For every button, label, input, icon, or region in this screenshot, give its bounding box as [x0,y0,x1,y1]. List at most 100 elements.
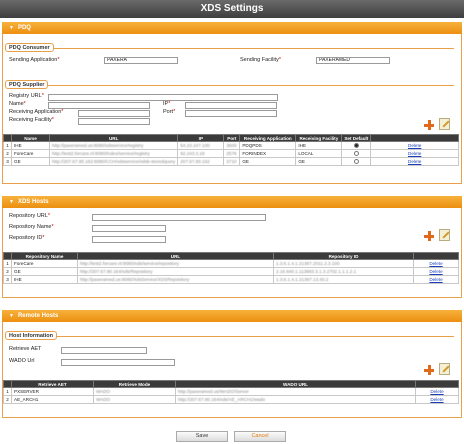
table-header-row: Repository Name URL Repository ID [3,252,459,260]
cell-retrieve-aet: AE_ARCH1 [11,395,94,404]
cell-actions: Delete [413,259,459,268]
delete-link[interactable]: Delete [429,277,442,282]
xds-hosts-section-title: XDS Hosts [17,199,49,205]
default-radio[interactable] [353,159,359,165]
receiving-application-input[interactable] [78,110,150,117]
cell-actions: Delete [370,149,459,158]
delete-link[interactable]: Delete [430,389,443,394]
cell-actions: Delete [413,267,459,276]
add-repository-icon[interactable] [424,231,434,241]
col-actions [413,252,459,260]
cell-url: http://test2.forcare.nl:8080/xds/service… [77,259,274,268]
cell-ip: 207.67.80.162 [177,157,225,166]
receiving-facility-input[interactable] [78,118,150,125]
table-row: 1 ForeCare http://test2.forcare.nl:8080/… [3,259,459,268]
sending-application-input[interactable]: PAXERA [104,57,178,64]
cancel-button[interactable]: Cancel [234,431,286,442]
table-row: 2 AE_ARCH1 WADO http://207.67.80.164/xds… [3,395,459,404]
sending-application-label: Sending Application* [9,57,60,63]
repository-id-label: Repository ID* [9,235,45,241]
xds-hosts-section-header[interactable]: ▼ XDS Hosts [2,196,462,208]
row-number: 1 [3,259,12,268]
add-remote-host-icon[interactable] [424,365,434,375]
cell-actions: Delete [370,157,459,166]
edit-repository-icon[interactable] [439,229,450,241]
repository-name-label: Repository Name* [9,224,54,230]
remote-hosts-section-header[interactable]: ▼ Remote Hosts [2,310,462,322]
cell-ip: 54.23.247.100 [177,141,225,150]
col-receiving-facility: Receiving Facility [295,134,343,142]
cell-name: IHE [11,141,50,150]
table-header-row: Name URL IP Port Receiving Application R… [3,134,459,142]
receiving-facility-label: Receiving Facility* [9,117,54,123]
window-title: XDS Settings [0,0,464,18]
sending-facility-input[interactable]: PAXERAMED [316,57,390,64]
add-supplier-icon[interactable] [424,120,434,130]
delete-link[interactable]: Delete [429,261,442,266]
cell-repository-id: 1.3.6.1.4.1.21367.2011.2.3.100 [273,259,414,268]
collapse-arrow-icon: ▼ [9,313,14,319]
cell-actions: Delete [370,141,459,150]
save-button[interactable]: Save [176,431,228,442]
name-input[interactable] [48,102,150,109]
row-number: 2 [3,149,12,158]
edit-supplier-icon[interactable] [439,118,450,130]
table-row: 2 ForeCare http://test2.forcare.nl:8080/… [3,149,459,158]
name-label: Name* [9,101,26,107]
col-retrieve-mode: Retrieve Mode [93,380,176,388]
port-label: Port* [163,109,176,115]
cell-url: http://207.67.80.164/xds/Repository [77,267,274,276]
retrieve-aet-label: Retrieve AET [9,346,42,352]
delete-link[interactable]: Delete [429,269,442,274]
default-radio[interactable] [353,143,359,149]
port-input[interactable] [185,110,277,117]
repository-url-label: Repository URL* [9,213,50,219]
edit-remote-host-icon[interactable] [439,363,450,375]
cell-wado-url: http://paxeramed.us/WADO/Server [175,387,416,396]
wado-url-input[interactable] [61,359,175,366]
delete-link[interactable]: Delete [430,397,443,402]
cell-ip: 92.243.3.18 [177,149,225,158]
remote-hosts-table: Retrieve AET Retrieve Mode WADO URL 1 PX… [3,380,459,404]
col-ip: IP [177,134,225,142]
col-name: Name [11,134,50,142]
row-number: 2 [3,267,12,276]
row-number: 2 [3,395,12,404]
cell-repository-id: 1.3.6.1.4.1.21367.13.40.2 [273,275,414,284]
xds-hosts-table: Repository Name URL Repository ID 1 Fore… [3,252,459,284]
divider [6,48,454,49]
sending-facility-label: Sending Facility* [240,57,281,63]
ip-label: IP* [163,101,171,107]
col-repository-id: Repository ID [273,252,414,260]
table-row: 1 PXSERVER WADO http://paxeramed.us/WADO… [3,387,459,396]
col-port: Port [223,134,241,142]
delete-link[interactable]: Delete [408,151,421,156]
wado-url-label: WADO Url [9,358,35,364]
cell-wado-url: http://207.67.80.164/xds/AE_ARCH1/wado [175,395,416,404]
cell-set-default [341,157,372,166]
cell-name: ForeCare [11,149,50,158]
repository-url-input[interactable] [92,214,266,221]
delete-link[interactable]: Delete [408,143,421,148]
col-wado-url: WADO URL [175,380,416,388]
cell-receiving-facility: GE [295,157,343,166]
cell-repository-name: IHE [11,275,78,284]
cell-actions: Delete [415,395,459,404]
col-receiving-application: Receiving Application [239,134,297,142]
pdq-supplier-table: Name URL IP Port Receiving Application R… [3,134,459,166]
ip-input[interactable] [185,102,277,109]
pdq-section-header[interactable]: ▼ PDQ [2,22,462,34]
col-retrieve-aet: Retrieve AET [11,380,94,388]
delete-link[interactable]: Delete [408,159,421,164]
repository-name-input[interactable] [92,225,166,232]
cell-url: http://test2.forcare.nl:8080/index/servi… [48,149,179,158]
retrieve-aet-input[interactable] [61,347,147,354]
col-actions [370,134,459,142]
repository-id-input[interactable] [92,236,166,243]
collapse-arrow-icon: ▼ [9,199,14,205]
col-set-default: Set Default [341,134,372,142]
row-number: 1 [3,387,12,396]
collapse-arrow-icon: ▼ [9,25,14,31]
default-radio[interactable] [353,151,359,157]
registry-url-input[interactable] [48,94,278,101]
